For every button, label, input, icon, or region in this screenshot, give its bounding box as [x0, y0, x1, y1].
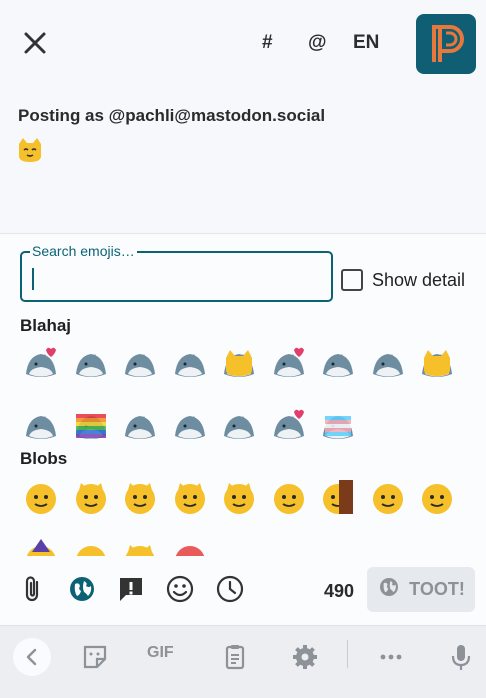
hashtag-button[interactable]: # [262, 32, 273, 54]
show-detail-checkbox[interactable] [341, 269, 363, 291]
warning-icon[interactable] [115, 573, 147, 605]
blahaj-hooded-icon[interactable] [119, 344, 161, 386]
account-logo[interactable] [416, 14, 476, 74]
clipboard-icon[interactable] [216, 638, 254, 676]
blahaj-swim-3-icon[interactable] [218, 406, 260, 448]
blahaj-face-icon[interactable] [70, 344, 112, 386]
more-icon[interactable] [372, 638, 410, 676]
show-detail-label: Show detail [372, 269, 466, 290]
blahaj-love-icon[interactable] [268, 406, 310, 448]
emoji-search-box[interactable]: Search emojis… [20, 243, 333, 302]
emoji-search-label: Search emojis… [30, 243, 137, 259]
blob-wall-icon[interactable] [317, 476, 359, 518]
blahaj-leaf-icon[interactable] [317, 344, 359, 386]
blahaj-swim-icon[interactable] [119, 406, 161, 448]
emoji-grid-blobs [20, 476, 470, 556]
blob-face-icon[interactable] [20, 476, 62, 518]
language-button[interactable]: EN [353, 32, 379, 54]
blob-wizard-icon[interactable] [20, 538, 62, 556]
blob-cat-sleep-icon[interactable] [169, 476, 211, 518]
blahaj-sock-icon[interactable] [367, 344, 409, 386]
smiley-icon[interactable] [164, 573, 196, 605]
toot-button[interactable]: TOOT! [367, 567, 475, 612]
mic-icon[interactable] [442, 638, 480, 676]
sticker-icon[interactable] [76, 638, 114, 676]
globe-icon[interactable] [66, 573, 98, 605]
gif-button[interactable]: GIF [147, 644, 174, 662]
category-title-blahaj: Blahaj [20, 316, 72, 335]
blob-nervous-icon[interactable] [367, 476, 409, 518]
blob-cat-wave-icon[interactable] [218, 476, 260, 518]
paperclip-icon[interactable] [17, 573, 49, 605]
show-detail-toggle[interactable]: Show detail [341, 267, 465, 293]
keyboard-toolbar: GIF [0, 625, 486, 698]
posting-as-label: Posting as @pachli@mastodon.social [18, 106, 326, 125]
emoji-search-input[interactable] [40, 265, 320, 291]
mention-button[interactable]: @ [308, 32, 327, 54]
text-caret [32, 268, 34, 290]
blahaj-icon[interactable] [20, 406, 62, 448]
compose-toolbar: 490 TOOT! [0, 565, 486, 615]
blob-open-mouth-icon[interactable] [416, 476, 458, 518]
clock-icon[interactable] [214, 573, 246, 605]
compose-topbar: # @ EN [0, 0, 486, 90]
emoji-grid-blahaj [20, 344, 470, 444]
character-count: 490 [324, 581, 355, 601]
blahaj-swim-2-icon[interactable] [169, 406, 211, 448]
blob-cat-happy-icon[interactable] [119, 476, 161, 518]
keyboard-divider [347, 640, 348, 668]
blahaj-pride-icon[interactable] [70, 406, 112, 448]
blahaj-cat-2-icon[interactable] [416, 344, 458, 386]
blob-cat-icon[interactable] [70, 476, 112, 518]
blob-cat-grumpy-icon[interactable] [119, 538, 161, 556]
blahaj-heart-icon[interactable] [20, 344, 62, 386]
category-title-blobs: Blobs [20, 449, 68, 468]
blahaj-hooded-2-icon[interactable] [169, 344, 211, 386]
toot-label: TOOT! [409, 579, 465, 599]
blahaj-heart-icon[interactable] [268, 344, 310, 386]
chevron-left-icon[interactable] [13, 638, 51, 676]
blob-red-icon[interactable] [169, 538, 211, 556]
blob-smirk-icon[interactable] [268, 476, 310, 518]
blahaj-cat-icon[interactable] [218, 344, 260, 386]
cat-face-icon [16, 136, 44, 164]
settings-icon[interactable] [286, 638, 324, 676]
blob-sweat-icon[interactable] [70, 538, 112, 556]
blahaj-trans-icon[interactable] [317, 406, 359, 448]
close-icon[interactable] [20, 28, 50, 58]
globe-icon [377, 575, 401, 604]
